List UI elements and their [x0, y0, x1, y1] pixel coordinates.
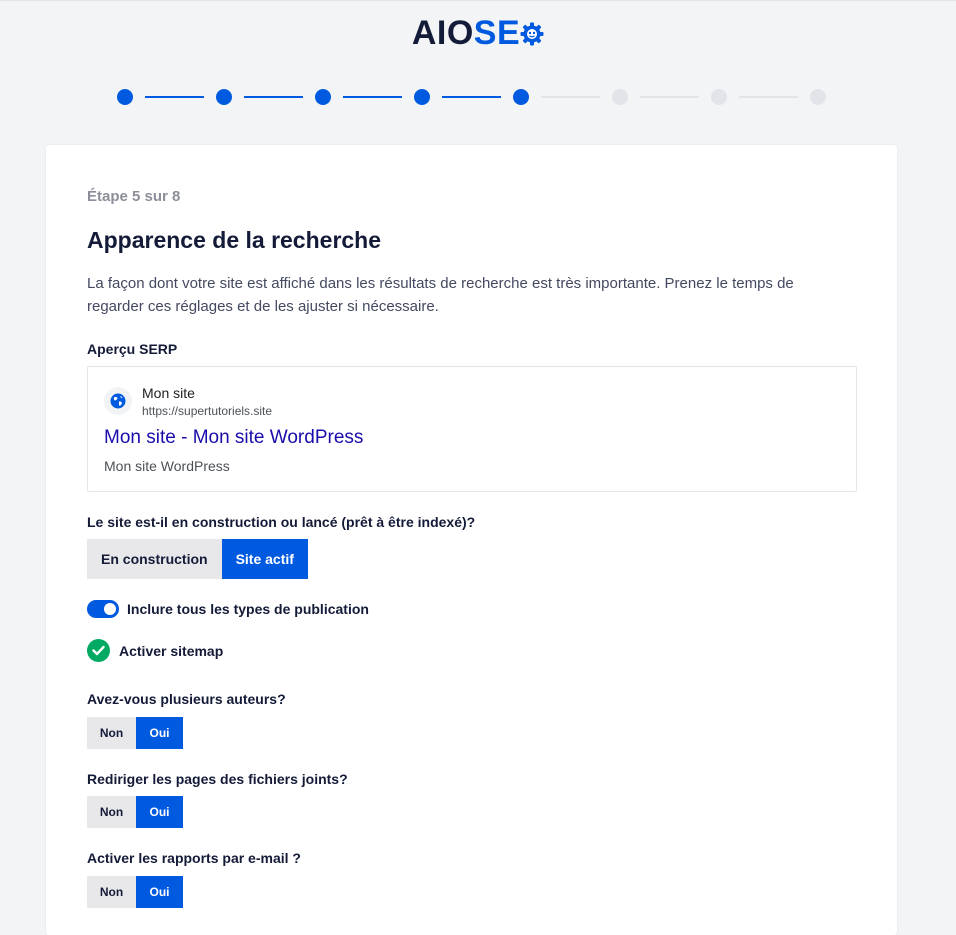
progress-connector-5 [541, 96, 600, 98]
serp-preview: Mon site https://supertutoriels.site Mon… [87, 366, 857, 492]
email-reports-yes-button[interactable]: Oui [136, 876, 183, 908]
email-reports-question: Activer les rapports par e-mail ? [87, 850, 301, 866]
progress-connector-1 [145, 96, 204, 98]
redirect-attachments-question: Rediriger les pages des fichiers joints? [87, 771, 348, 787]
progress-connector-4 [442, 96, 501, 98]
wizard-card: Étape 5 sur 8 Apparence de la recherche … [46, 145, 897, 935]
progress-step-7 [711, 89, 727, 105]
email-reports-toggle: Non Oui [87, 876, 183, 908]
redirect-attachments-toggle: Non Oui [87, 796, 183, 828]
redirect-attachments-no-button[interactable]: Non [87, 796, 136, 828]
sitemap-row: Activer sitemap [87, 639, 223, 662]
email-reports-no-button[interactable]: Non [87, 876, 136, 908]
serp-url: https://supertutoriels.site [142, 404, 273, 418]
check-icon [87, 639, 110, 662]
page-title: Apparence de la recherche [87, 227, 382, 253]
progress-step-1 [117, 89, 133, 105]
progress-step-5 [513, 89, 529, 105]
progress-connector-3 [343, 96, 402, 98]
switch-knob [104, 603, 116, 615]
serp-site-name: Mon site [142, 385, 195, 401]
under-construction-button[interactable]: En construction [87, 539, 222, 579]
progress-step-3 [315, 89, 331, 105]
include-post-types-switch[interactable] [87, 600, 119, 618]
progress-steps [116, 88, 836, 106]
live-site-button[interactable]: Site actif [221, 539, 308, 579]
site-status-question: Le site est-il en construction ou lancé … [87, 514, 476, 530]
page-description: La façon dont votre site est affiché dan… [87, 275, 794, 315]
progress-connector-7 [739, 96, 798, 98]
logo-text-seo: SE [473, 14, 521, 52]
multiple-authors-question: Avez-vous plusieurs auteurs? [87, 691, 286, 707]
top-border [0, 0, 956, 1]
progress-step-4 [414, 89, 430, 105]
progress-connector-6 [640, 96, 699, 98]
aioseo-logo: AIOSE [0, 14, 956, 53]
serp-result-title: Mon site - Mon site WordPress [104, 427, 364, 448]
multiple-authors-no-button[interactable]: Non [87, 717, 136, 749]
redirect-attachments-yes-button[interactable]: Oui [136, 796, 183, 828]
serp-preview-label: Aperçu SERP [87, 341, 178, 357]
globe-icon [104, 387, 132, 415]
include-post-types-label: Inclure tous les types de publication [127, 601, 369, 617]
sitemap-label: Activer sitemap [119, 642, 224, 659]
progress-step-8 [810, 89, 826, 105]
progress-step-6 [612, 89, 628, 105]
step-counter: Étape 5 sur 8 [87, 188, 181, 205]
include-post-types-row: Inclure tous les types de publication [87, 600, 369, 618]
site-status-toggle: En construction Site actif [87, 539, 308, 579]
multiple-authors-yes-button[interactable]: Oui [136, 717, 183, 749]
logo-text-aio: AIO [411, 14, 474, 52]
progress-connector-2 [244, 96, 303, 98]
gear-icon [520, 16, 544, 46]
multiple-authors-toggle: Non Oui [87, 717, 183, 749]
serp-result-description: Mon site WordPress [104, 458, 230, 474]
progress-step-2 [216, 89, 232, 105]
